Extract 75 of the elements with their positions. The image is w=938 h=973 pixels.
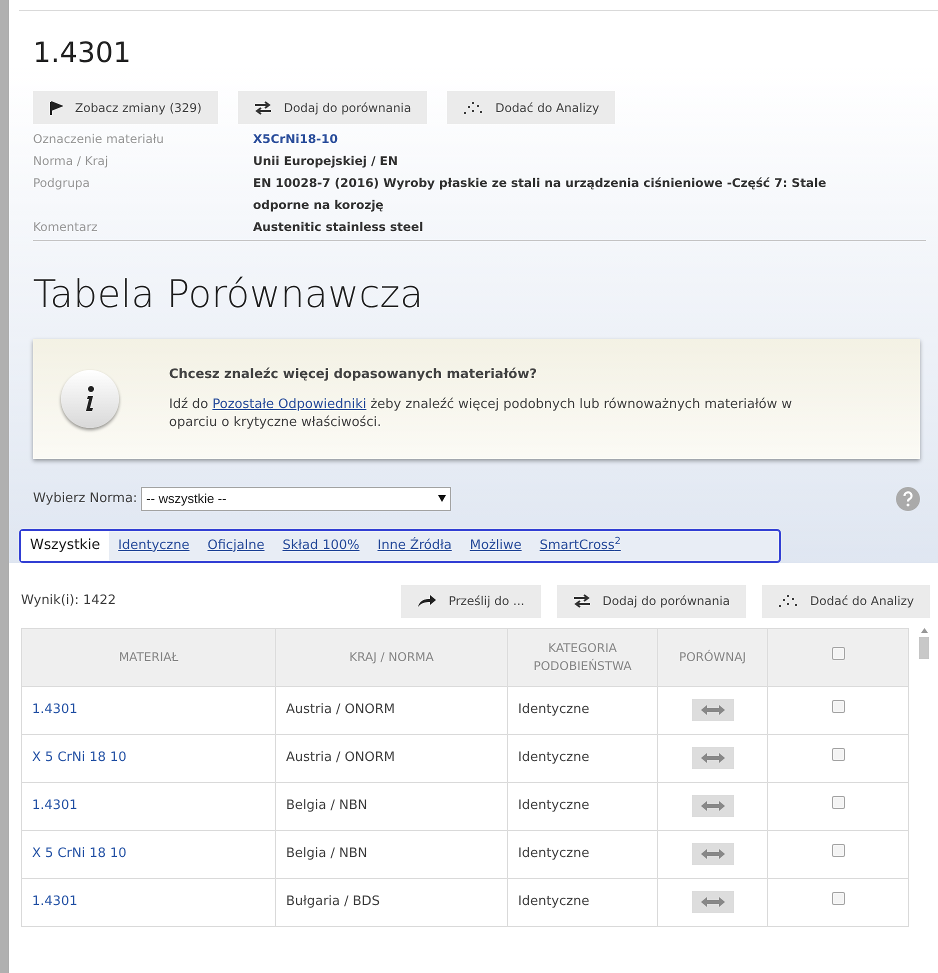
results-count: Wynik(i): 1422 — [21, 592, 116, 610]
swap-arrows-icon — [254, 100, 272, 114]
tab[interactable]: Możliwe — [460, 530, 531, 560]
tab[interactable]: Identyczne — [109, 530, 198, 560]
table-cell: Identyczne — [508, 734, 658, 782]
double-arrow-icon — [700, 896, 724, 907]
double-arrow-icon — [700, 848, 724, 859]
swap-arrows-icon — [572, 594, 590, 608]
info-text: Idź do Pozostałe Odpowiedniki żeby znaleźć więcej podobnych lub równoważnych materiałów w oparciu o krytyczne właściwości. — [169, 396, 794, 432]
equivalents-link[interactable]: Pozostałe Odpowiedniki — [212, 397, 366, 412]
dots-icon — [778, 594, 798, 608]
column-header: KATEGORIA PODOBIEŃSTWA — [508, 628, 658, 686]
tab[interactable]: Skład 100% — [274, 530, 368, 560]
table-cell: Identyczne — [508, 878, 658, 926]
table-cell: Austria / ONORM — [276, 686, 508, 734]
tab[interactable]: Oficjalne — [198, 530, 274, 560]
table-cell: Identyczne — [508, 686, 658, 734]
dropdown-caret-icon — [438, 495, 446, 502]
column-header: MATERIAŁ — [22, 628, 276, 686]
column-header: KRAJ / NORMA — [276, 628, 508, 686]
forward-arrow-icon — [416, 594, 437, 608]
table-cell: Identyczne — [508, 830, 658, 878]
column-header: PORÓWNAJ — [658, 628, 768, 686]
double-arrow-icon — [700, 704, 724, 715]
scrollbar-thumb[interactable] — [919, 636, 929, 658]
table-cell: Belgia / NBN — [276, 782, 508, 830]
material-link-cell[interactable]: X 5 CrNi 18 10 — [22, 734, 276, 782]
compare-button[interactable] — [692, 890, 734, 913]
material-link-cell[interactable]: 1.4301 — [22, 878, 276, 926]
table-cell: Bułgaria / BDS — [276, 878, 508, 926]
detail-label: Podgrupa — [33, 175, 91, 192]
material-link[interactable]: X5CrNi18-10 — [253, 128, 926, 150]
detail-value: EN 10028-7 (2016) Wyroby płaskie ze stali na urządzenia ciśnieniowe -Część 7: Stale odporne na korozję — [253, 175, 828, 214]
detail-label: Norma / Kraj — [33, 153, 110, 170]
detail-value: Unii Europejskiej / EN — [253, 153, 399, 170]
info-icon — [61, 370, 119, 428]
checkbox[interactable] — [832, 700, 844, 714]
material-link-cell[interactable]: 1.4301 — [22, 686, 276, 734]
filter-label: Wybierz Norma: — [33, 490, 138, 508]
detail-label: Komentarz — [33, 219, 99, 236]
double-arrow-icon — [700, 800, 724, 811]
material-title: 1.4301 — [33, 39, 132, 67]
info-heading: Chcesz znaleźc więcej dopasowanych materiałów? — [169, 366, 538, 384]
help-icon[interactable] — [896, 486, 920, 510]
action-button[interactable]: Dodaj do porównania — [556, 584, 746, 618]
double-arrow-icon — [700, 752, 724, 763]
table-cell: Identyczne — [508, 782, 658, 830]
action-button[interactable]: Dodać do Analizy — [447, 91, 616, 124]
tab[interactable]: Inne Źródła — [368, 530, 461, 560]
action-button[interactable]: Dodać do Analizy — [762, 584, 930, 618]
checkbox[interactable] — [832, 796, 844, 810]
detail-label: Oznaczenie materiału — [33, 131, 165, 148]
section-title: Tabela Porównawcza — [33, 271, 424, 318]
norm-select[interactable]: -- wszystkie -- — [141, 486, 452, 510]
table-cell: Austria / ONORM — [276, 734, 508, 782]
material-link-cell[interactable]: X 5 CrNi 18 10 — [22, 830, 276, 878]
flag-icon — [49, 100, 63, 114]
material-link-cell[interactable]: 1.4301 — [22, 782, 276, 830]
action-button[interactable]: Dodaj do porównania — [238, 91, 428, 124]
action-button[interactable]: Prześlij do ... — [400, 584, 540, 618]
checkbox[interactable] — [832, 748, 844, 762]
dots-icon — [463, 100, 484, 114]
action-button[interactable]: Zobacz zmiany (329) — [33, 91, 218, 124]
compare-button[interactable] — [692, 746, 734, 769]
tab[interactable]: Wszystkie — [21, 530, 110, 560]
checkbox[interactable] — [832, 844, 844, 858]
checkbox[interactable] — [832, 647, 844, 660]
detail-value: Austenitic stainless steel — [253, 219, 424, 236]
compare-button[interactable] — [692, 794, 734, 817]
checkbox[interactable] — [832, 892, 844, 906]
scroll-up-icon[interactable] — [920, 628, 928, 632]
tab[interactable]: SmartCross$^{2}$ — [530, 530, 630, 560]
compare-button[interactable] — [692, 698, 734, 721]
compare-button[interactable] — [692, 842, 734, 865]
table-cell: Belgia / NBN — [276, 830, 508, 878]
